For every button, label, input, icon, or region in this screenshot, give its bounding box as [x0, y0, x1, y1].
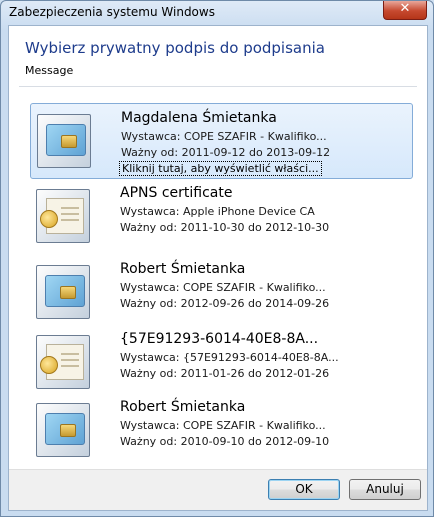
certificate-issuer: Wystawca: COPE SZAFIR - Kwalifiko...	[120, 419, 326, 432]
certificate-item[interactable]: Robert Śmietanka Wystawca: COPE SZAFIR -…	[30, 393, 413, 469]
smartcard-certificate-icon	[36, 265, 92, 321]
separator	[19, 86, 417, 87]
certificate-name: APNS certificate	[120, 185, 233, 201]
smartcard-certificate-icon	[36, 403, 92, 459]
certificate-validity: Ważny od: 2011-09-12 do 2013-09-12	[121, 146, 331, 159]
certificate-name: Robert Śmietanka	[120, 261, 246, 277]
certificate-name: Magdalena Śmietanka	[121, 110, 277, 126]
certificate-item[interactable]: APNS certificate Wystawca: Apple iPhone …	[30, 179, 413, 255]
certificate-item[interactable]: Magdalena Śmietanka Wystawca: COPE SZAFI…	[30, 103, 413, 179]
certificate-item[interactable]: {57E91293-6014-40E8-8A... Wystawca: {57E…	[30, 325, 413, 401]
certificate-item[interactable]: Robert Śmietanka Wystawca: COPE SZAFIR -…	[30, 255, 413, 331]
dialog-message: Message	[25, 64, 74, 77]
close-button[interactable]: ✕	[383, 1, 427, 20]
certificate-name: Robert Śmietanka	[120, 399, 246, 415]
certificate-properties-link[interactable]: Kliknij tutaj, aby wyświetlić właści...	[119, 161, 322, 176]
window-title: Zabezpieczenia systemu Windows	[9, 5, 215, 19]
certificate-validity: Ważny od: 2011-01-26 do 2012-01-26	[120, 367, 330, 380]
button-bar: OK Anuluj	[9, 469, 427, 510]
certificate-validity: Ważny od: 2011-10-30 do 2012-10-30	[120, 221, 330, 234]
certificate-issuer: Wystawca: COPE SZAFIR - Kwalifiko...	[121, 130, 327, 143]
certificate-issuer: Wystawca: Apple iPhone Device CA	[120, 205, 315, 218]
close-icon: ✕	[399, 1, 411, 16]
dialog-content: Wybierz prywatny podpis do podpisania Me…	[8, 25, 428, 511]
cancel-button[interactable]: Anuluj	[349, 479, 421, 500]
dialog-window: Zabezpieczenia systemu Windows ✕ Wybierz…	[0, 0, 434, 517]
certificate-validity: Ważny od: 2010-09-10 do 2012-09-10	[120, 435, 330, 448]
certificate-name: {57E91293-6014-40E8-8A...	[120, 331, 319, 347]
certificate-seal-icon	[36, 189, 92, 245]
ok-button[interactable]: OK	[268, 479, 340, 500]
certificate-seal-icon	[36, 335, 92, 391]
title-bar[interactable]: Zabezpieczenia systemu Windows ✕	[1, 1, 433, 25]
certificate-validity: Ważny od: 2012-09-26 do 2014-09-26	[120, 297, 330, 310]
smartcard-certificate-icon	[37, 114, 93, 170]
certificate-issuer: Wystawca: {57E91293-6014-40E8-8A...	[120, 351, 339, 364]
certificate-issuer: Wystawca: COPE SZAFIR - Kwalifiko...	[120, 281, 326, 294]
dialog-heading: Wybierz prywatny podpis do podpisania	[25, 39, 325, 57]
